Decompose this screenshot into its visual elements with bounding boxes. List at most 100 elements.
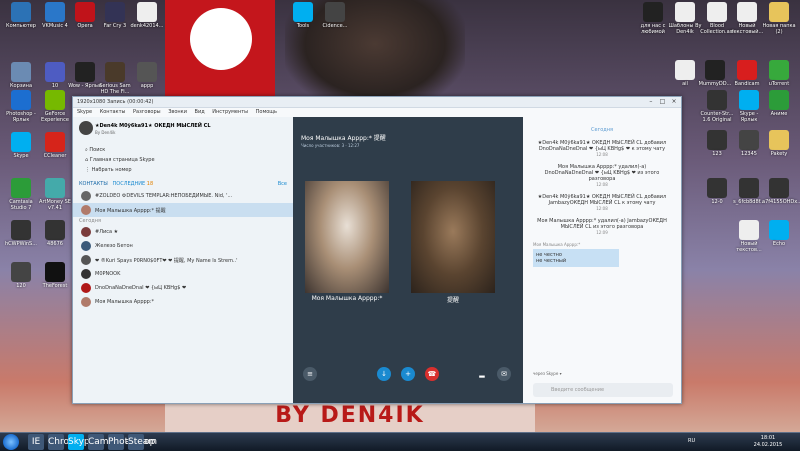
desktop-icon-left-11[interactable]: GeForce Experience [38, 90, 72, 123]
desktop-icon-right-4[interactable]: Новая папка (2) [762, 2, 796, 35]
avatar [81, 205, 91, 215]
menu-item-help[interactable]: Помощь [256, 109, 277, 115]
avatar [81, 227, 91, 237]
taskbar-photoshop[interactable]: Photoshop [108, 434, 155, 450]
via-skype[interactable]: через Skype ▾ [533, 371, 562, 376]
desktop-icon-left-17[interactable]: 48676 [38, 220, 72, 247]
menu-item-contacts[interactable]: Контакты [100, 109, 126, 115]
menu-item-view[interactable]: Вид [195, 109, 205, 115]
desktop-icon-left-1[interactable]: VKMusic 4 [38, 2, 72, 29]
desktop-icon-left-0[interactable]: Компьютер [4, 2, 38, 29]
desktop-icon-label: Skype [13, 153, 29, 159]
avatar [81, 241, 91, 251]
maximize-icon[interactable]: □ [657, 98, 667, 106]
desktop-icon-left-3[interactable]: Far Cry 3 [98, 2, 132, 29]
desktop-icon-left-4[interactable]: denk42014... [130, 2, 164, 29]
desktop-icon-left-9[interactable]: аррр [130, 62, 164, 89]
desktop-icon-right-16[interactable]: s_6fcb8d8f... [732, 178, 766, 205]
desktop-icon-right-12[interactable]: 123 [700, 130, 734, 157]
game-icon [75, 62, 95, 82]
taskbar-chrome[interactable]: Chrome [48, 434, 83, 450]
desktop-icon-label: uTorrent [768, 81, 790, 87]
desktop-icon-right-17[interactable]: a7f4155OHDx... [762, 178, 800, 205]
desktop-icon-label: Photoshop - Ярлык [6, 111, 36, 123]
desktop-icon-right-3[interactable]: Новый текстовый... [730, 2, 764, 35]
desktop-icon-right-5[interactable]: ail [668, 60, 702, 87]
desktop-icon-left-20[interactable]: Tools [286, 2, 320, 29]
skype-window[interactable]: 1920x1080 Запись (00:00:42) – □ × Skype … [72, 96, 682, 404]
taskbar-camtasia[interactable]: Camtasia [88, 434, 130, 450]
menu-item-conversations[interactable]: Разговоры [133, 109, 161, 115]
desktop-icon-right-15[interactable]: 12-0 [700, 178, 734, 205]
desktop-icon-left-18[interactable]: 120 [4, 262, 38, 289]
mute-button[interactable]: ↓ [377, 367, 391, 381]
desktop-icon-left-5[interactable]: Корзина [4, 62, 38, 89]
system-tray: RU 18:01 24.02.2015 [678, 434, 798, 450]
desktop-icon-right-10[interactable]: Skype - Ярлык [732, 90, 766, 123]
desktop-icon-right-18[interactable]: Новый текстов... [732, 220, 766, 253]
desktop-icon-left-16[interactable]: hCWPWinS... [4, 220, 38, 247]
desktop-icon-right-19[interactable]: Echo [762, 220, 796, 247]
contacts-toggle-icon[interactable]: ≡ [303, 367, 317, 381]
close-icon[interactable]: × [669, 98, 679, 106]
desktop-icon-left-2[interactable]: Opera [68, 2, 102, 29]
desktop-icon-right-6[interactable]: MummyDD... [698, 60, 732, 87]
menu-item-calls[interactable]: Звонки [168, 109, 187, 115]
profile-header[interactable]: ★Den4k M0ÿ6ka91★ ОКЕДН МЫСЛЕЙ CL By Den4… [73, 117, 293, 145]
wallpaper-circle [190, 8, 252, 70]
desktop-icon-right-13[interactable]: 12345 [732, 130, 766, 157]
list-item[interactable]: #Лиса ★ [73, 225, 293, 239]
desktop-icon-left-10[interactable]: Photoshop - Ярлык [4, 90, 38, 123]
desktop-icon-right-7[interactable]: Bandicam [730, 60, 764, 87]
taskbar-skype[interactable]: Skype [68, 434, 95, 450]
desktop-icon-right-0[interactable]: для нас с любимой [636, 2, 670, 35]
taskbar-ie[interactable]: IE [28, 434, 44, 450]
desktop-icon-left-15[interactable]: ArtMoney SE v7.41 [38, 178, 72, 211]
desktop-icon-left-21[interactable]: Cidence... [318, 2, 352, 29]
avatar [81, 191, 91, 201]
file-icon [739, 220, 759, 240]
clock[interactable]: 18:01 24.02.2015 [748, 435, 788, 449]
taskbar-steam[interactable]: Steam [128, 434, 157, 450]
list-item[interactable]: ❤ ®Kuri Spays P0RN0$0FT❤ ❤ 提醒, My Name I… [73, 253, 293, 267]
desktop-icon-left-12[interactable]: Skype [4, 132, 38, 159]
list-item[interactable]: M0PNOOK [73, 267, 293, 281]
start-button[interactable] [3, 434, 19, 450]
list-item[interactable]: Моя Малышка Арррр:* 提醒 [73, 203, 293, 217]
minimize-icon[interactable]: – [646, 98, 656, 106]
all-filter[interactable]: Все [278, 179, 287, 189]
list-item[interactable]: #ZOLDEO ⚙DEVILS TEMPLAR:НЕПОБЕДИМЫЕ. Nid… [73, 189, 293, 203]
menu-item-skype[interactable]: Skype [77, 109, 92, 115]
desktop-icon-left-7[interactable]: Wow - Ярлык [68, 62, 102, 89]
desktop-icon-right-9[interactable]: Counter-Str... 1.6 Original [700, 90, 734, 123]
desktop-icon-left-8[interactable]: Serious Sam HD The Fi... [98, 62, 132, 95]
desktop-icon-right-14[interactable]: Pakety [762, 130, 796, 157]
desktop-icon-left-14[interactable]: Camtasia Studio 7 [4, 178, 38, 211]
message-input[interactable]: Введите сообщение [533, 383, 673, 397]
window-titlebar[interactable]: 1920x1080 Запись (00:00:42) – □ × [73, 97, 681, 108]
desktop-icon-right-1[interactable]: Шаблоны By Den4ik [668, 2, 702, 35]
desktop-icon-right-8[interactable]: uTorrent [762, 60, 796, 87]
dial-link[interactable]: ⋮ Набрать номер [73, 165, 293, 175]
list-item[interactable]: DnoDnaNaDneDnaI ❤ {ыЦ KBHg$ ❤ [73, 281, 293, 295]
tab-contacts[interactable]: КОНТАКТЫ [79, 181, 108, 187]
desktop-icon-left-13[interactable]: CCleaner [38, 132, 72, 159]
end-call-button[interactable]: ☎ [425, 367, 439, 381]
list-item[interactable]: Моя Малышка Арррр:* [73, 295, 293, 309]
desktop-icon-right-11[interactable]: Аниме [762, 90, 796, 117]
tab-recent[interactable]: ПОСЛЕДНИЕ [113, 181, 146, 187]
language-indicator[interactable]: RU [688, 438, 695, 444]
list-item[interactable]: Железо Бетон [73, 239, 293, 253]
desktop-icon-left-19[interactable]: TheForest [38, 262, 72, 289]
contact-tabs: КОНТАКТЫ ПОСЛЕДНИЕ 18 Все [73, 179, 293, 189]
clock-date: 24.02.2015 [753, 442, 783, 448]
profile-name: ★Den4k M0ÿ6ka91★ ОКЕДН МЫСЛЕЙ CL [95, 123, 211, 129]
menu-item-tools[interactable]: Инструменты [212, 109, 248, 115]
chat-toggle-icon[interactable]: ✉ [497, 367, 511, 381]
desktop-icon-left-6[interactable]: 10 [38, 62, 72, 89]
add-participant-button[interactable]: + [401, 367, 415, 381]
home-link[interactable]: ⌂ Главная страница Skype [73, 155, 293, 165]
chat-event-time: 12:08 [596, 206, 608, 211]
search-input[interactable]: ⌕ Поиск [73, 145, 293, 155]
desktop-icon-right-2[interactable]: Blood Collection.asl [700, 2, 734, 35]
